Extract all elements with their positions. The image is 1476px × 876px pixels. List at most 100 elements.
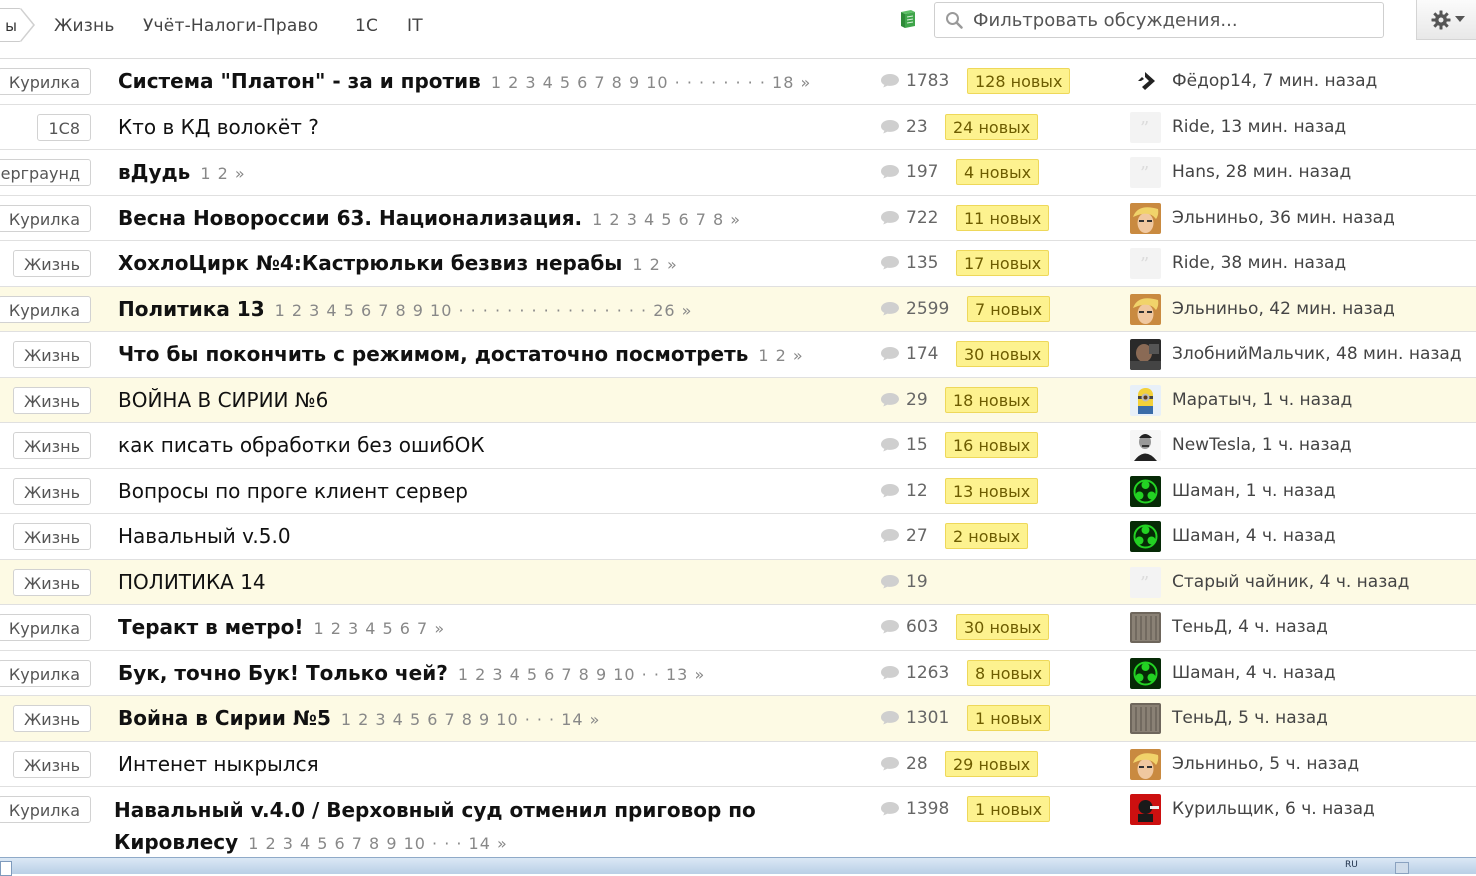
quote-avatar[interactable]: ” — [1130, 157, 1161, 188]
portrait-avatar[interactable] — [1130, 430, 1161, 461]
nav-item-1c[interactable]: 1С — [355, 16, 378, 36]
thread-title-link[interactable]: Система "Платон" - за и против — [118, 69, 481, 93]
metal-avatar[interactable] — [1130, 612, 1161, 643]
blonde-avatar[interactable] — [1130, 748, 1161, 780]
new-messages-badge[interactable]: 13 новых — [945, 477, 1039, 504]
thread-pagination[interactable]: 1 2 3 4 5 6 7 8 9 10 · · · · · · · · · ·… — [275, 301, 693, 320]
new-messages-badge[interactable]: 2 новых — [945, 523, 1029, 549]
thread-title-link[interactable]: Весна Новороссии 63. Национализация. — [118, 206, 582, 230]
biohazard-avatar[interactable] — [1130, 475, 1161, 507]
author-name-link[interactable]: Эльниньо — [1172, 754, 1258, 774]
category-tag[interactable]: Жизнь — [12, 341, 91, 368]
category-tag[interactable]: Жизнь — [12, 523, 91, 550]
biohazard-avatar[interactable] — [1130, 521, 1161, 552]
new-messages-badge[interactable]: 1 новых — [967, 705, 1051, 731]
author-name-link[interactable]: ТеньД — [1172, 708, 1227, 728]
new-messages-badge[interactable]: 1 новых — [967, 796, 1051, 822]
category-tag[interactable]: ерграунд — [0, 159, 91, 186]
category-tag[interactable]: Курилка — [0, 796, 91, 823]
thread-title-link[interactable]: Война в Сирии №5 — [118, 706, 331, 730]
new-messages-badge[interactable]: 4 новых — [956, 159, 1040, 185]
breadcrumb-partial-item[interactable]: ы — [0, 8, 22, 42]
author-name-link[interactable]: Курильщик — [1172, 799, 1274, 819]
category-tag[interactable]: Жизнь — [12, 477, 91, 505]
author-name-link[interactable]: Шаман — [1172, 481, 1235, 501]
thread-title-link[interactable]: ПОЛИТИКА 14 — [118, 570, 266, 594]
category-tag[interactable]: 1С8 — [37, 113, 91, 141]
new-messages-badge[interactable]: 128 новых — [967, 68, 1071, 94]
thread-title-link[interactable]: Кто в КД волокёт ? — [118, 115, 319, 139]
thread-pagination[interactable]: 1 2 3 4 5 6 7 8 9 10 · · · 14 » — [341, 710, 601, 729]
author-name-link[interactable]: ЗлобнийМальчик — [1172, 344, 1325, 364]
tray-icon[interactable] — [1395, 862, 1409, 874]
blonde-avatar[interactable] — [1130, 202, 1161, 234]
thread-pagination[interactable]: 1 2 3 4 5 6 7 8 9 10 · · 13 » — [458, 665, 705, 684]
thread-title-link[interactable]: Навальный v.5.0 — [118, 524, 291, 548]
thread-pagination[interactable]: 1 2 » — [758, 346, 803, 365]
diamond-avatar[interactable] — [1130, 66, 1161, 97]
thread-pagination[interactable]: 1 2 3 4 5 6 7 8 9 10 · · · 14 » — [248, 834, 508, 853]
thread-title-link[interactable]: ВОЙНА В СИРИИ №6 — [118, 388, 328, 412]
thread-title-link[interactable]: Интенет ныкрылся — [118, 752, 319, 776]
category-tag[interactable]: Жизнь — [12, 386, 91, 414]
new-messages-badge[interactable]: 17 новых — [956, 250, 1050, 276]
blonde-avatar[interactable] — [1130, 293, 1161, 325]
author-name-link[interactable]: Эльниньо — [1172, 299, 1258, 319]
category-tag[interactable]: Курилка — [0, 295, 91, 323]
search-input[interactable] — [973, 5, 1373, 35]
thread-title-link[interactable]: Что бы покончить с режимом, достаточно п… — [118, 342, 748, 366]
category-tag[interactable]: Курилка — [0, 614, 91, 641]
settings-button[interactable] — [1416, 0, 1476, 40]
new-messages-badge[interactable]: 11 новых — [956, 204, 1050, 231]
quote-avatar[interactable]: ” — [1130, 566, 1161, 598]
thread-pagination[interactable]: 1 2 3 4 5 6 7 » — [313, 619, 445, 638]
thread-title-link[interactable]: Вопросы по проге клиент сервер — [118, 479, 468, 503]
author-name-link[interactable]: Шаман — [1172, 526, 1235, 546]
category-tag[interactable]: Курилка — [0, 68, 91, 95]
nav-item-it[interactable]: IT — [407, 16, 423, 36]
nav-item-life[interactable]: Жизнь — [54, 16, 115, 36]
category-tag[interactable]: Жизнь — [12, 705, 91, 732]
thread-title-link[interactable]: Теракт в метро! — [118, 615, 303, 639]
dark-avatar[interactable] — [1130, 339, 1161, 370]
category-tag[interactable]: Жизнь — [12, 568, 91, 596]
quote-avatar[interactable]: ” — [1130, 248, 1161, 279]
new-messages-badge[interactable]: 8 новых — [967, 659, 1051, 686]
author-name-link[interactable]: Ride — [1172, 117, 1210, 137]
author-name-link[interactable]: Ride — [1172, 253, 1210, 273]
thread-pagination[interactable]: 1 2 3 4 5 6 7 8 9 10 · · · · · · · · 18 … — [491, 73, 811, 92]
author-name-link[interactable]: Старый чайник — [1172, 572, 1309, 592]
new-messages-badge[interactable]: 24 новых — [945, 113, 1039, 140]
biohazard-avatar[interactable] — [1130, 657, 1161, 689]
thread-title-link[interactable]: вДудь — [118, 160, 190, 184]
new-messages-badge[interactable]: 30 новых — [956, 341, 1050, 367]
new-messages-badge[interactable]: 7 новых — [967, 295, 1051, 322]
new-messages-badge[interactable]: 29 новых — [945, 750, 1039, 777]
author-name-link[interactable]: Шаман — [1172, 663, 1235, 683]
thread-title-link[interactable]: как писать обработки без ошибОК — [118, 433, 485, 457]
book-icon[interactable] — [898, 9, 916, 29]
thread-title-link[interactable]: ХохлоЦирк №4:Кастрюльки безвиз нерабы — [118, 251, 622, 275]
red-avatar[interactable] — [1130, 794, 1161, 825]
new-messages-badge[interactable]: 16 новых — [945, 432, 1039, 458]
thread-pagination[interactable]: 1 2 3 4 5 6 7 8 » — [592, 210, 741, 229]
new-messages-badge[interactable]: 30 новых — [956, 614, 1050, 640]
thread-pagination[interactable]: 1 2 » — [200, 164, 245, 183]
category-tag[interactable]: Курилка — [0, 204, 91, 232]
new-messages-badge[interactable]: 18 новых — [945, 386, 1039, 413]
thread-title-link[interactable]: Политика 13 — [118, 297, 265, 321]
taskbar-start-edge[interactable] — [0, 861, 12, 876]
category-tag[interactable]: Жизнь — [12, 750, 91, 778]
author-name-link[interactable]: Эльниньо — [1172, 208, 1258, 228]
quote-avatar[interactable]: ” — [1130, 111, 1161, 143]
language-indicator[interactable]: RU — [1345, 860, 1358, 870]
author-name-link[interactable]: ТеньД — [1172, 617, 1227, 637]
category-tag[interactable]: Курилка — [0, 659, 91, 687]
nav-item-accounting-taxes-law[interactable]: Учёт-Налоги-Право — [143, 16, 318, 36]
author-name-link[interactable]: Hans — [1172, 162, 1215, 182]
thread-title-link[interactable]: Бук, точно Бук! Только чей? — [118, 661, 448, 685]
minion-avatar[interactable] — [1130, 384, 1161, 416]
category-tag[interactable]: Жизнь — [12, 250, 91, 277]
author-name-link[interactable]: Фёдор14 — [1172, 71, 1252, 91]
thread-pagination[interactable]: 1 2 » — [632, 255, 677, 274]
